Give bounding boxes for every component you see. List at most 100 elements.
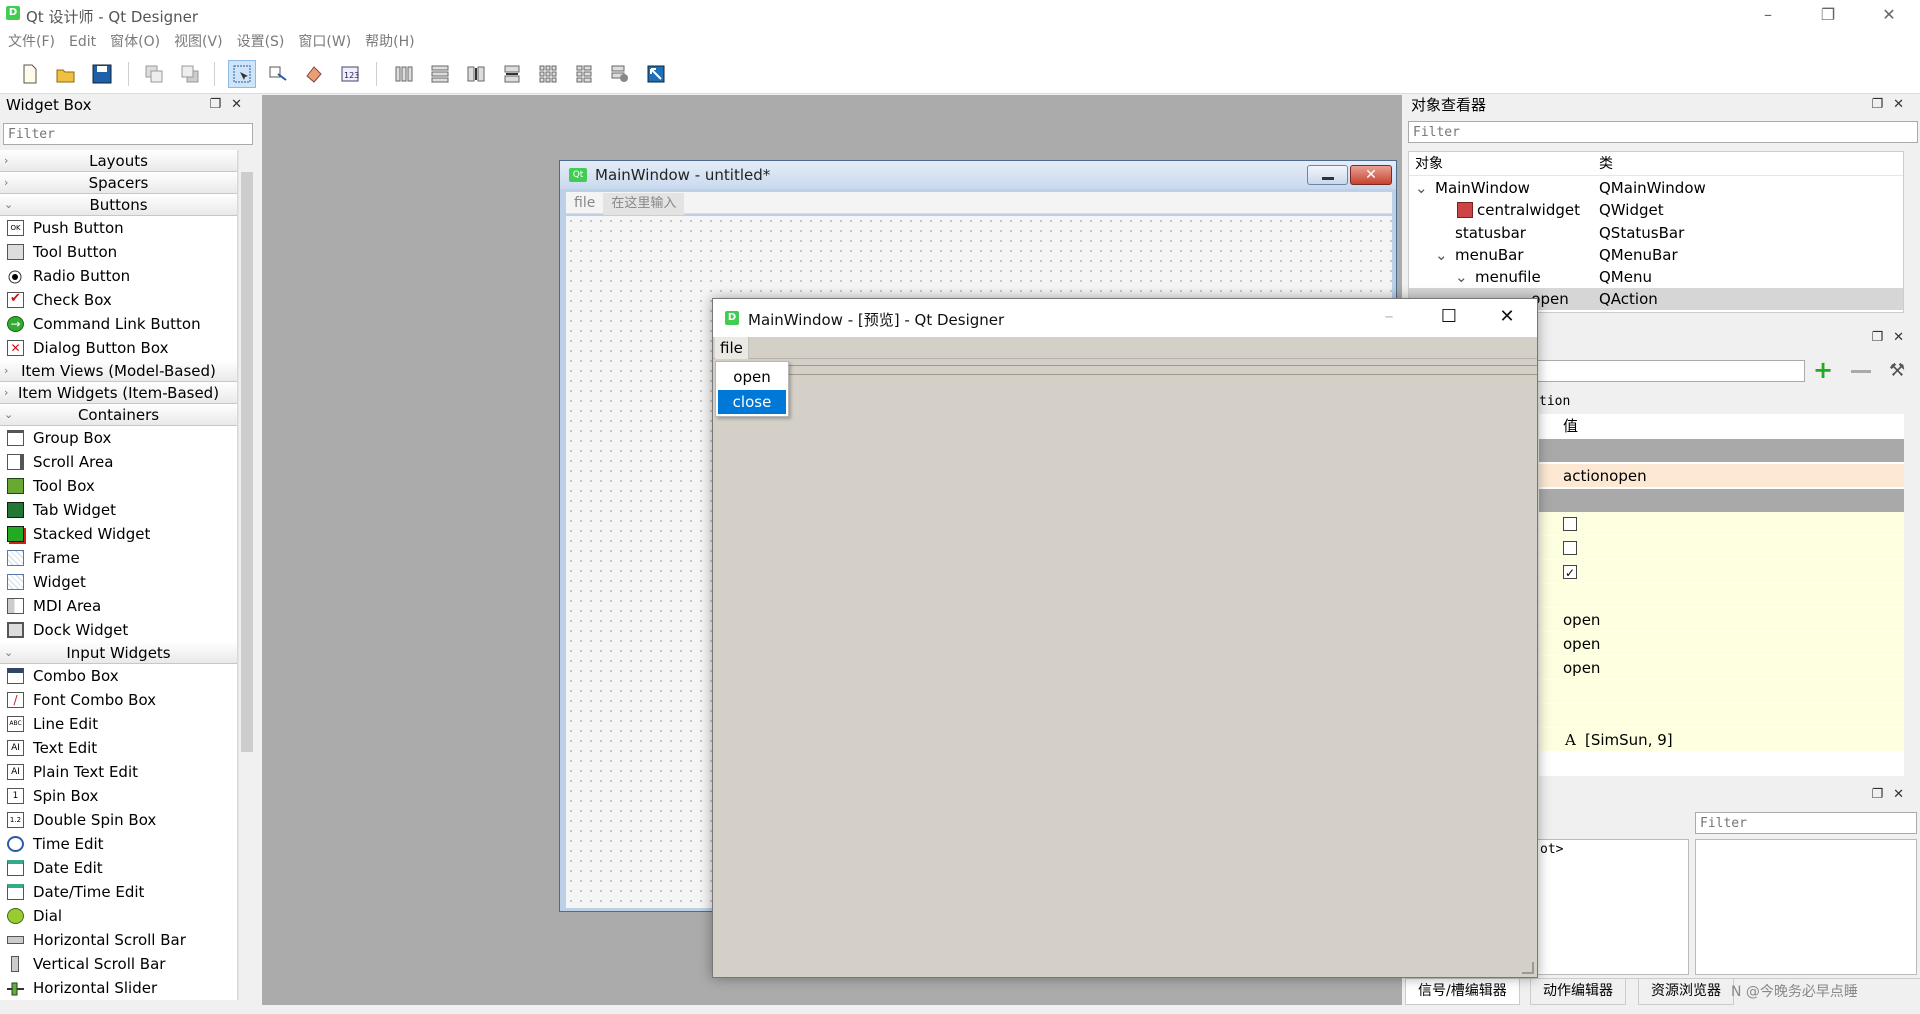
property-objectname[interactable]: actionopen — [1539, 464, 1904, 488]
property-text[interactable]: open — [1539, 608, 1904, 632]
widget-box-filter[interactable] — [3, 123, 253, 145]
edit-widgets-icon[interactable] — [228, 60, 256, 88]
category-spacers[interactable]: › Spacers — [0, 172, 237, 194]
tree-row-menubar[interactable]: ⌄ menuBar QMenuBar — [1409, 244, 1903, 266]
signal-filter[interactable] — [1695, 812, 1917, 834]
widget-spin-box[interactable]: 1 Spin Box — [0, 784, 237, 808]
open-folder-icon[interactable] — [52, 60, 80, 88]
edit-tab-order-icon[interactable]: 123 — [336, 60, 364, 88]
menu-window[interactable]: 窗口(W) — [291, 30, 358, 54]
form-minimize-button[interactable] — [1307, 165, 1348, 185]
add-property-icon[interactable]: + — [1813, 358, 1833, 382]
widget-frame[interactable]: Frame — [0, 546, 237, 570]
signal-list[interactable]: ot> — [1535, 839, 1689, 975]
layout-vertical-icon[interactable] — [426, 60, 454, 88]
property-whatsthis[interactable] — [1539, 704, 1904, 728]
float-icon[interactable]: ❐ — [209, 97, 231, 112]
widget-command-link-button[interactable]: → Command Link Button — [0, 312, 237, 336]
new-file-icon[interactable] — [16, 60, 44, 88]
bring-to-front-icon[interactable] — [176, 60, 204, 88]
widget-line-edit[interactable]: ABC Line Edit — [0, 712, 237, 736]
widget-stacked-widget[interactable]: Stacked Widget — [0, 522, 237, 546]
menu-help[interactable]: 帮助(H) — [358, 30, 421, 54]
menu-file[interactable]: 文件(F) — [0, 30, 62, 54]
checkbox-checked[interactable] — [1563, 561, 1577, 585]
widget-radio-button[interactable]: Radio Button — [0, 264, 237, 288]
widget-horizontal-slider[interactable]: Horizontal Slider — [0, 976, 237, 1000]
category-buttons[interactable]: ⌄ Buttons — [0, 194, 237, 216]
property-grid-scrollbar[interactable] — [1904, 414, 1920, 776]
checkbox-unchecked[interactable] — [1563, 541, 1577, 555]
minimize-button[interactable]: – — [1745, 0, 1791, 30]
layout-splitter-h-icon[interactable] — [462, 60, 490, 88]
property-checkable[interactable] — [1539, 512, 1904, 536]
preview-minimize-button[interactable]: – — [1359, 299, 1419, 337]
widget-combo-box[interactable]: Combo Box — [0, 664, 237, 688]
widget-widget[interactable]: Widget — [0, 570, 237, 594]
preview-window[interactable]: D MainWindow - [预览] - Qt Designer – ☐ ✕ … — [712, 298, 1538, 978]
checkbox-unchecked[interactable] — [1563, 517, 1577, 531]
send-to-back-icon[interactable] — [140, 60, 168, 88]
property-enabled[interactable] — [1539, 560, 1904, 585]
menu-edit[interactable]: Edit — [62, 30, 103, 54]
close-icon[interactable]: ✕ — [231, 97, 252, 112]
widget-dialog-button-box[interactable]: ✕ Dialog Button Box — [0, 336, 237, 360]
widget-check-box[interactable]: ✔ Check Box — [0, 288, 237, 312]
tree-row-centralwidget[interactable]: centralwidget QWidget — [1409, 199, 1903, 221]
widget-mdi-area[interactable]: MDI Area — [0, 594, 237, 618]
object-inspector-filter[interactable] — [1408, 121, 1918, 143]
preview-maximize-button[interactable]: ☐ — [1419, 299, 1479, 337]
widget-text-edit[interactable]: AI Text Edit — [0, 736, 237, 760]
widget-time-edit[interactable]: Time Edit — [0, 832, 237, 856]
form-close-button[interactable]: ✕ — [1350, 165, 1392, 185]
tab-resource-browser[interactable]: 资源浏览器 — [1638, 979, 1734, 1005]
column-class[interactable]: 类 — [1599, 152, 1613, 176]
widget-tool-box[interactable]: Tool Box — [0, 474, 237, 498]
resize-grip-icon[interactable] — [1522, 962, 1534, 974]
property-tooltip[interactable]: open — [1539, 656, 1904, 680]
layout-form-icon[interactable] — [570, 60, 598, 88]
tree-row-mainwindow[interactable]: ⌄ MainWindow QMainWindow — [1409, 177, 1903, 199]
column-object[interactable]: 对象 — [1415, 152, 1443, 176]
menu-item-close[interactable]: close — [718, 390, 786, 414]
break-layout-icon[interactable] — [606, 60, 634, 88]
float-icon[interactable]: ❐ — [1871, 330, 1893, 345]
widget-vertical-scroll-bar[interactable]: Vertical Scroll Bar — [0, 952, 237, 976]
adjust-size-icon[interactable] — [642, 60, 670, 88]
form-title-bar[interactable]: Qt MainWindow - untitled* ✕ — [560, 161, 1396, 189]
object-tree-scrollbar[interactable] — [1904, 151, 1920, 313]
category-item-views[interactable]: › Item Views (Model-Based) — [0, 360, 237, 382]
widget-box-scrollbar[interactable] — [238, 150, 255, 1000]
menu-view[interactable]: 视图(V) — [167, 30, 230, 54]
menu-settings[interactable]: 设置(S) — [230, 30, 292, 54]
edit-signals-icon[interactable] — [264, 60, 292, 88]
float-icon[interactable]: ❐ — [1871, 97, 1893, 112]
layout-splitter-v-icon[interactable] — [498, 60, 526, 88]
category-item-widgets[interactable]: › Item Widgets (Item-Based) — [0, 382, 237, 404]
menu-item-open[interactable]: open — [718, 365, 786, 389]
property-filter[interactable] — [1535, 360, 1805, 382]
close-icon[interactable]: ✕ — [1893, 97, 1914, 112]
widget-dock-widget[interactable]: Dock Widget — [0, 618, 237, 642]
category-input-widgets[interactable]: ⌄ Input Widgets — [0, 642, 237, 664]
menu-form[interactable]: 窗体(O) — [103, 30, 167, 54]
tree-row-menufile[interactable]: ⌄ menufile QMenu — [1409, 266, 1903, 288]
restore-button[interactable]: ❐ — [1805, 0, 1851, 30]
preview-close-button[interactable]: ✕ — [1477, 299, 1537, 337]
widget-font-combo-box[interactable]: / Font Combo Box — [0, 688, 237, 712]
widget-horizontal-scroll-bar[interactable]: Horizontal Scroll Bar — [0, 928, 237, 952]
preview-title-bar[interactable]: D MainWindow - [预览] - Qt Designer – ☐ ✕ — [713, 299, 1537, 337]
widget-date-edit[interactable]: Date Edit — [0, 856, 237, 880]
widget-dial[interactable]: Dial — [0, 904, 237, 928]
property-icontext[interactable]: open — [1539, 632, 1904, 656]
widget-double-spin-box[interactable]: 1.2 Double Spin Box — [0, 808, 237, 832]
widget-datetime-edit[interactable]: Date/Time Edit — [0, 880, 237, 904]
widget-plain-text-edit[interactable]: AI Plain Text Edit — [0, 760, 237, 784]
float-icon[interactable]: ❐ — [1871, 787, 1893, 802]
category-containers[interactable]: ⌄ Containers — [0, 404, 237, 426]
property-checked[interactable] — [1539, 536, 1904, 560]
widget-tab-widget[interactable]: Tab Widget — [0, 498, 237, 522]
widget-push-button[interactable]: OK Push Button — [0, 216, 237, 240]
widget-group-box[interactable]: Group Box — [0, 426, 237, 450]
form-menu-placeholder[interactable]: 在这里输入 — [603, 193, 685, 215]
